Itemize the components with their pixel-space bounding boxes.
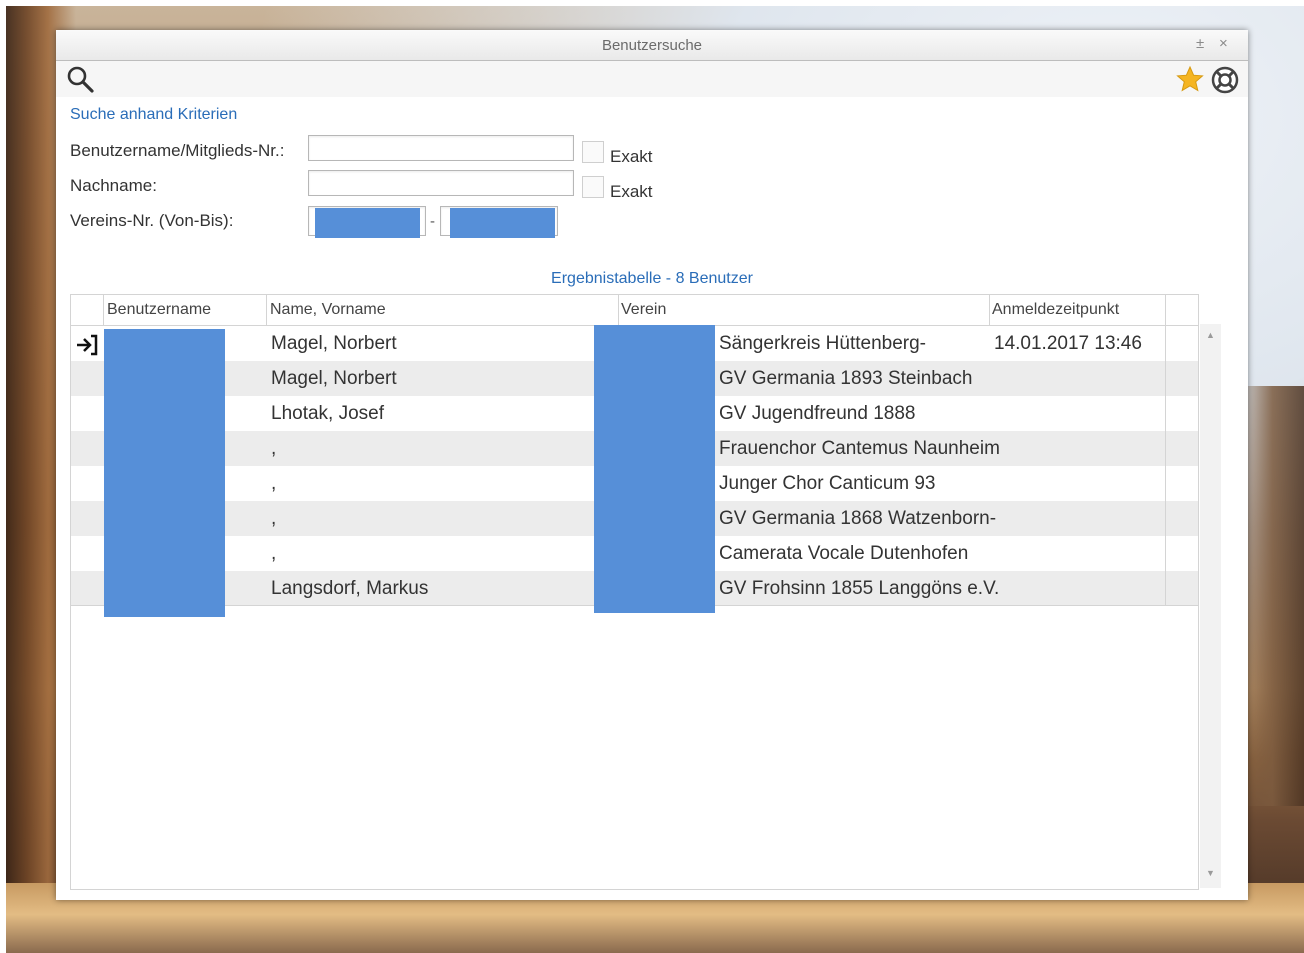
results-table: Benutzername Name, Vorname Verein Anmeld… bbox=[70, 294, 1199, 890]
results-scrollbar[interactable]: ▲ ▼ bbox=[1200, 324, 1221, 888]
row-club: Frauenchor Cantemus Naunheim bbox=[719, 438, 1000, 459]
star-icon[interactable] bbox=[1176, 65, 1204, 98]
username-field[interactable] bbox=[308, 135, 577, 162]
row-name: Lhotak, Josef bbox=[271, 403, 385, 424]
lastname-field[interactable] bbox=[308, 170, 577, 197]
criteria-title: Suche anhand Kriterien bbox=[70, 106, 238, 123]
toolbar bbox=[56, 61, 1248, 97]
column-separator bbox=[266, 295, 267, 325]
row-name: , bbox=[271, 438, 277, 459]
row-name: Magel, Norbert bbox=[271, 368, 397, 389]
column-header-club[interactable]: Verein bbox=[621, 301, 666, 319]
username-exact-label: Exakt bbox=[610, 147, 653, 166]
column-header-name[interactable]: Name, Vorname bbox=[270, 301, 386, 319]
row-club: Sängerkreis Hüttenberg- bbox=[719, 333, 926, 354]
username-exact-checkbox[interactable] bbox=[582, 141, 604, 163]
search-icon[interactable] bbox=[66, 65, 96, 100]
row-club: GV Jugendfreund 1888 bbox=[719, 403, 916, 424]
window-title: Benutzersuche bbox=[601, 37, 703, 54]
table-header: Benutzername Name, Vorname Verein Anmeld… bbox=[71, 295, 1198, 326]
row-club: GV Germania 1893 Steinbach bbox=[719, 368, 973, 389]
row-club: Camerata Vocale Dutenhofen bbox=[719, 543, 969, 564]
results-title: Ergebnistabelle - 8 Benutzer bbox=[551, 270, 753, 287]
row-club: GV Germania 1868 Watzenborn- bbox=[719, 508, 997, 529]
close-button[interactable]: × bbox=[1219, 35, 1228, 52]
redacted-usernames bbox=[104, 329, 225, 617]
scroll-up-icon[interactable]: ▲ bbox=[1206, 330, 1215, 340]
lastname-input[interactable] bbox=[309, 171, 577, 197]
column-separator bbox=[989, 295, 990, 325]
row-club: Junger Chor Canticum 93 bbox=[719, 473, 936, 494]
login-arrow-icon bbox=[75, 334, 99, 361]
range-separator: - bbox=[430, 213, 435, 230]
pin-button[interactable]: ± bbox=[1196, 35, 1204, 52]
username-input[interactable] bbox=[309, 136, 577, 162]
lastname-exact-checkbox[interactable] bbox=[582, 176, 604, 198]
row-name: , bbox=[271, 508, 277, 529]
lastname-label: Nachname: bbox=[70, 176, 157, 195]
row-name: , bbox=[271, 543, 277, 564]
club-range-label: Vereins-Nr. (Von-Bis): bbox=[70, 211, 234, 230]
column-header-login-time[interactable]: Anmeldezeitpunkt bbox=[992, 301, 1119, 319]
redacted-club-from bbox=[315, 208, 420, 238]
column-separator bbox=[618, 295, 619, 325]
redacted-club-numbers bbox=[594, 325, 715, 613]
username-label: Benutzername/Mitglieds-Nr.: bbox=[70, 141, 285, 160]
column-separator bbox=[1165, 295, 1166, 325]
row-club: GV Frohsinn 1855 Langgöns e.V. bbox=[719, 578, 1000, 599]
column-header-username[interactable]: Benutzername bbox=[107, 301, 211, 319]
redacted-club-to bbox=[450, 208, 555, 238]
row-login-time: 14.01.2017 13:46 bbox=[994, 333, 1142, 354]
row-name: Magel, Norbert bbox=[271, 333, 397, 354]
user-search-window: Benutzersuche ± × Suche anhand Kriterien… bbox=[56, 30, 1248, 900]
scroll-down-icon[interactable]: ▼ bbox=[1206, 868, 1215, 878]
title-bar[interactable]: Benutzersuche ± × bbox=[56, 30, 1248, 61]
lifebuoy-icon[interactable] bbox=[1210, 65, 1240, 100]
column-separator bbox=[103, 295, 104, 325]
row-name: Langsdorf, Markus bbox=[271, 578, 429, 599]
column-separator bbox=[1165, 325, 1166, 605]
lastname-exact-label: Exakt bbox=[610, 182, 653, 201]
row-name: , bbox=[271, 473, 277, 494]
